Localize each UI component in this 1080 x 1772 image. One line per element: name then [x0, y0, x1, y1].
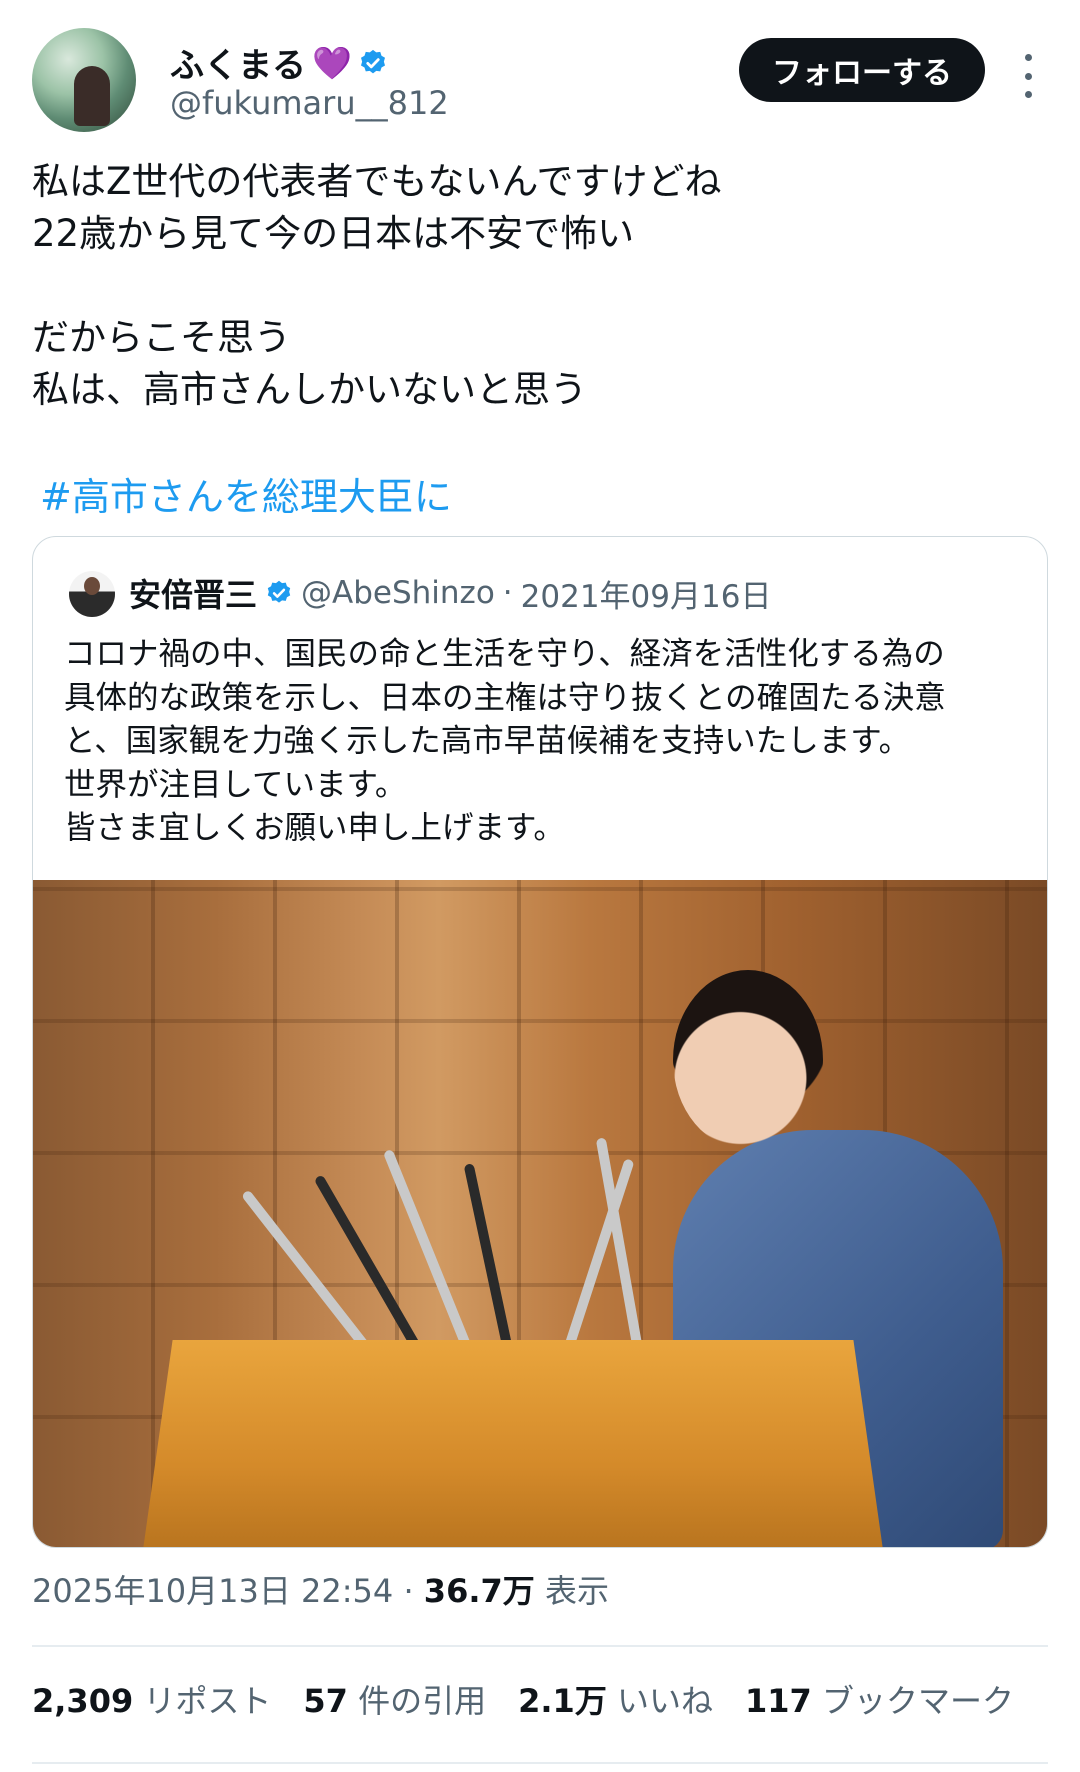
quoted-line: と、国家観を力強く示した高市早苗候補を支持いたします。: [64, 723, 911, 759]
divider: [32, 1645, 1048, 1647]
tweet-text: 私はZ世代の代表者でもないんですけどね 22歳から見て今の日本は不安で怖い だか…: [32, 156, 1048, 416]
author-name-row: ふくまる 💜: [170, 38, 388, 87]
quoted-text: コロナ禍の中、国民の命と生活を守り、経済を活性化する為の 具体的な政策を示し、日…: [64, 633, 1024, 851]
verified-badge-icon: [267, 580, 291, 603]
divider: [32, 1762, 1048, 1764]
speaker-head: [673, 970, 823, 1150]
stat-count: 57: [303, 1682, 348, 1720]
separator-dot: ·: [403, 1572, 414, 1610]
tweet-line: 私はZ世代の代表者でもないんですけどね: [32, 160, 722, 203]
stat-count: 117: [745, 1682, 812, 1720]
quoted-line: 皆さま宜しくお願い申し上げます。: [64, 810, 565, 846]
tweet-meta: 2025年10月13日 22:54 · 36.7万 表示: [32, 1566, 609, 1612]
quoted-handle[interactable]: @AbeShinzo: [301, 575, 495, 611]
stat-quotes[interactable]: 57 件の引用: [303, 1676, 486, 1722]
quoted-tweet-card[interactable]: 安倍晋三 @AbeShinzo · 2021年09月16日 コロナ禍の中、国民の…: [32, 536, 1048, 1548]
purple-heart-icon: 💜: [312, 43, 352, 82]
display-name[interactable]: ふくまる: [170, 38, 306, 87]
stat-bookmarks[interactable]: 117 ブックマーク: [745, 1676, 1014, 1722]
stat-label: 件の引用: [358, 1682, 487, 1720]
stat-count: 2.1万: [518, 1682, 607, 1720]
quoted-line: 具体的な政策を示し、日本の主権は守り抜くとの確固たる決意: [64, 679, 946, 716]
quoted-avatar[interactable]: [69, 571, 115, 617]
more-vertical-icon[interactable]: [1018, 54, 1038, 98]
author-handle[interactable]: @fukumaru__812: [170, 84, 449, 122]
avatar[interactable]: [32, 28, 136, 132]
timestamp[interactable]: 2025年10月13日 22:54: [32, 1572, 393, 1610]
quoted-header: 安倍晋三 @AbeShinzo · 2021年09月16日: [129, 570, 771, 616]
views-label: 表示: [544, 1572, 609, 1610]
views-count: 36.7万: [423, 1572, 535, 1610]
stat-label: ブックマーク: [821, 1682, 1014, 1720]
quoted-display-name[interactable]: 安倍晋三: [129, 570, 257, 616]
hashtag-link[interactable]: #高市さんを総理大臣に: [40, 466, 452, 521]
tweet-header: ふくまる 💜 @fukumaru__812 フォローする: [32, 28, 1048, 134]
podium: [143, 1340, 883, 1547]
stat-reposts[interactable]: 2,309 リポスト: [32, 1676, 271, 1722]
quoted-line: コロナ禍の中、国民の命と生活を守り、経済を活性化する為の: [64, 636, 945, 672]
tweet-line: 私は、高市さんしかいないと思う: [32, 368, 587, 411]
stat-count: 2,309: [32, 1682, 134, 1720]
separator-dot: ·: [502, 575, 513, 611]
follow-button[interactable]: フォローする: [739, 38, 985, 102]
tweet-line: だからこそ思う: [32, 316, 291, 359]
stat-likes[interactable]: 2.1万 いいね: [518, 1676, 713, 1722]
tweet-line: [32, 260, 1048, 312]
quoted-line: 世界が注目しています。: [64, 766, 407, 803]
stat-label: リポスト: [143, 1682, 272, 1720]
quoted-photo[interactable]: [33, 880, 1047, 1547]
quoted-date[interactable]: 2021年09月16日: [521, 571, 772, 616]
tweet-line: 22歳から見て今の日本は不安で怖い: [32, 212, 635, 255]
engagement-stats: 2,309 リポスト 57 件の引用 2.1万 いいね 117 ブックマーク: [32, 1676, 1014, 1722]
verified-badge-icon: [360, 49, 385, 73]
stat-label: いいね: [617, 1682, 714, 1720]
